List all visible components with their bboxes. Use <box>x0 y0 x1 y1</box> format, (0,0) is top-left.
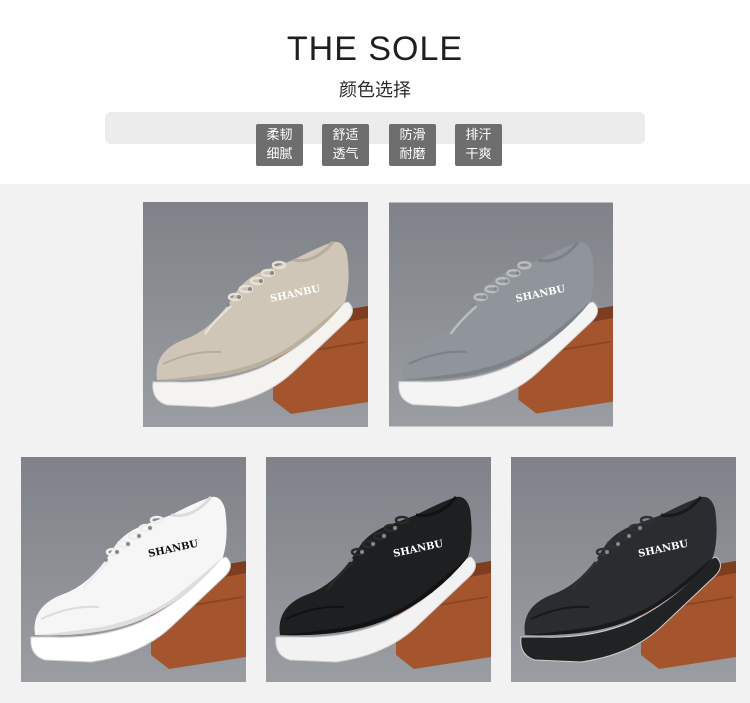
eyelet <box>382 534 386 538</box>
eyelet <box>126 542 130 546</box>
black-white-sole-shoe-image: SHANBU <box>266 457 491 682</box>
eyelet <box>237 295 241 299</box>
eyelet <box>515 271 520 276</box>
eyelet <box>493 287 498 292</box>
eyelet <box>482 295 487 300</box>
product-photo[interactable]: SHANBU <box>21 457 246 682</box>
eyelet <box>504 279 509 284</box>
product-photo[interactable]: SHANBU <box>143 202 368 427</box>
white-shoe-image: SHANBU <box>21 457 246 682</box>
eyelet <box>605 550 609 554</box>
product-photo[interactable]: SHANBU <box>511 457 736 682</box>
gray-shoe-image: SHANBU <box>389 202 613 427</box>
eyelet <box>616 542 620 546</box>
eyelet <box>270 271 274 275</box>
eyelet <box>360 550 364 554</box>
eyelet <box>137 534 141 538</box>
product-photo[interactable]: SHANBU <box>389 202 613 427</box>
eyelet <box>148 526 152 530</box>
khaki-shoe-image: SHANBU <box>143 202 368 427</box>
eyelet <box>259 279 263 283</box>
eyelet <box>115 550 119 554</box>
eyelet <box>248 287 252 291</box>
eyelet <box>393 526 397 530</box>
eyelet <box>638 526 642 530</box>
eyelet <box>371 542 375 546</box>
eyelet <box>627 534 631 538</box>
all-black-shoe-image: SHANBU <box>511 457 736 682</box>
product-photos: SHANBU SHANBU SHANBU SHANBU SHANBU <box>0 0 750 703</box>
product-photo[interactable]: SHANBU <box>266 457 491 682</box>
